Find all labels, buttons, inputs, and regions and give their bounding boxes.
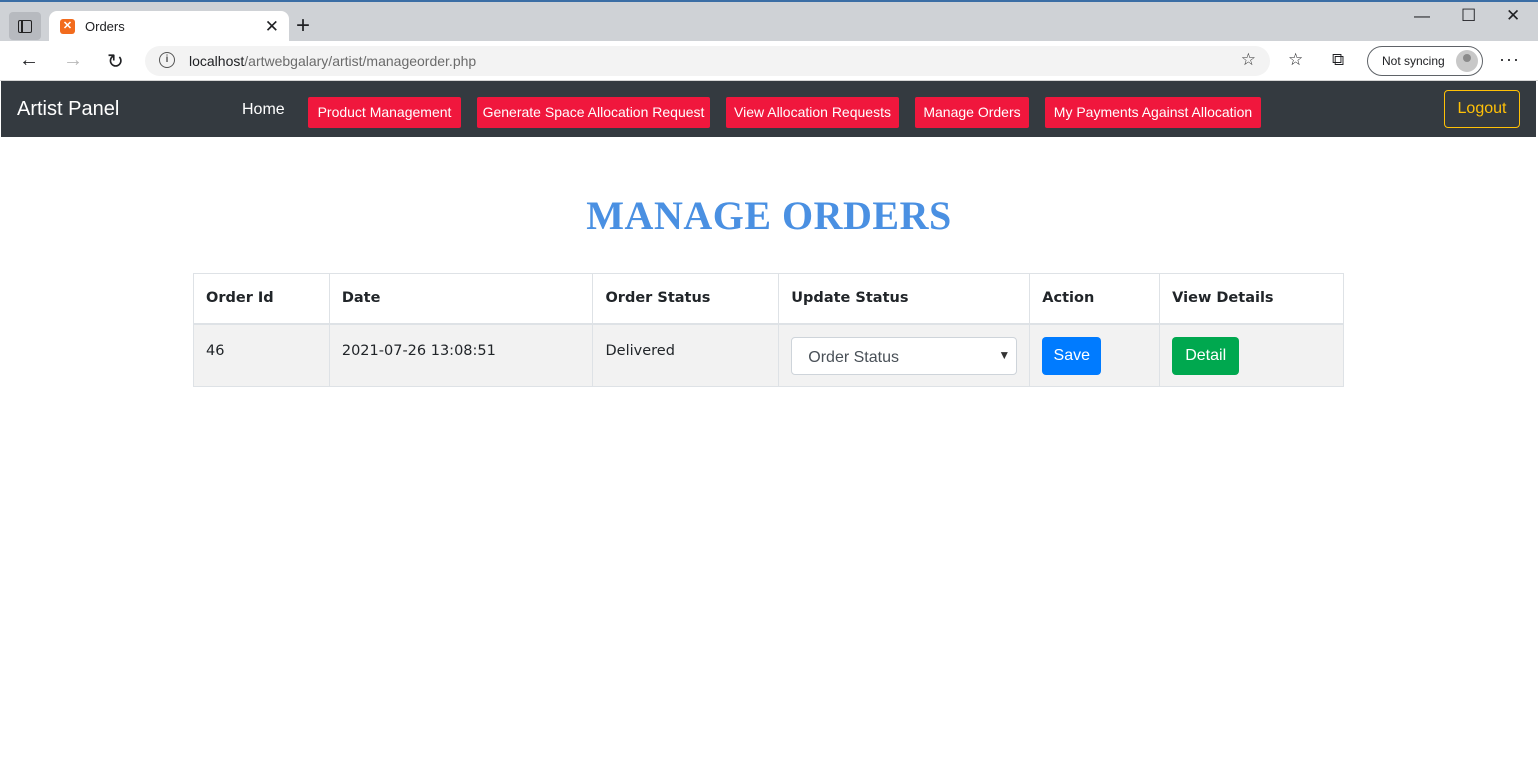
page-title: MANAGE ORDERS: [586, 193, 952, 238]
maximize-icon[interactable]: ☐: [1461, 6, 1476, 26]
add-favorite-icon[interactable]: ☆: [1241, 50, 1256, 70]
nav-view-allocation-requests-button[interactable]: View Allocation Requests: [726, 97, 899, 128]
cell-order-id: 46: [193, 323, 330, 387]
chevron-down-icon: ▼: [998, 347, 1011, 362]
cell-action: Save: [1029, 323, 1161, 387]
url-host: localhost: [189, 53, 245, 69]
table-header-row: Order Id Date Order Status Update Status…: [193, 273, 1344, 325]
close-tab-icon[interactable]: ✕: [265, 17, 279, 37]
profile-sync-button[interactable]: Not syncing: [1367, 46, 1483, 76]
site-info-icon[interactable]: i: [159, 52, 175, 68]
header-action: Action: [1029, 273, 1161, 325]
table-row: 46 2021-07-26 13:08:51 Delivered Order S…: [193, 323, 1344, 387]
browser-tabstrip: ✕ Orders ✕ + — ☐ ✕: [0, 0, 1538, 43]
url-path: /artwebgalary/artist/manageorder.php: [244, 53, 477, 69]
orders-table: Order Id Date Order Status Update Status…: [193, 273, 1344, 387]
minimize-icon[interactable]: —: [1414, 8, 1430, 26]
more-menu-icon[interactable]: ···: [1499, 49, 1520, 70]
save-button[interactable]: Save: [1042, 336, 1102, 375]
header-date: Date: [328, 273, 594, 325]
cell-update-status: Order Status ▼: [778, 323, 1031, 387]
cell-order-status: Delivered: [592, 323, 780, 387]
browser-tab[interactable]: ✕ Orders ✕: [49, 11, 289, 43]
url-text: localhost/artwebgalary/artist/manageorde…: [189, 53, 476, 69]
address-bar[interactable]: i localhost/artwebgalary/artist/manageor…: [145, 46, 1270, 76]
refresh-icon[interactable]: ↻: [107, 49, 124, 74]
header-update-status: Update Status: [778, 273, 1031, 325]
logout-button[interactable]: Logout: [1444, 90, 1520, 128]
collections-icon[interactable]: ⧉: [1332, 50, 1344, 70]
avatar: [1456, 50, 1478, 72]
nav-product-management-button[interactable]: Product Management: [308, 97, 461, 128]
nav-my-payments-button[interactable]: My Payments Against Allocation: [1045, 97, 1261, 128]
nav-manage-orders-button[interactable]: Manage Orders: [915, 97, 1029, 128]
xampp-favicon-icon: ✕: [60, 19, 75, 34]
close-window-icon[interactable]: ✕: [1506, 6, 1520, 26]
header-view-details: View Details: [1159, 273, 1344, 325]
header-order-id: Order Id: [193, 273, 330, 325]
forward-icon[interactable]: →: [63, 49, 83, 72]
tab-actions-icon[interactable]: [9, 12, 41, 40]
site-navbar: Artist Panel Home Product Management Gen…: [1, 81, 1536, 137]
select-value: Order Status: [808, 348, 899, 366]
header-order-status: Order Status: [592, 273, 780, 325]
sync-label: Not syncing: [1382, 54, 1445, 68]
brand[interactable]: Artist Panel: [17, 98, 119, 121]
nav-home-link[interactable]: Home: [242, 101, 285, 119]
cell-view-details: Detail: [1159, 323, 1344, 387]
order-status-select[interactable]: Order Status ▼: [791, 336, 1018, 375]
new-tab-icon[interactable]: +: [296, 14, 310, 38]
tab-title: Orders: [85, 19, 125, 34]
cell-date: 2021-07-26 13:08:51: [328, 323, 594, 387]
detail-button[interactable]: Detail: [1172, 336, 1240, 375]
back-icon[interactable]: ←: [19, 49, 39, 72]
favorites-icon[interactable]: ☆: [1288, 50, 1303, 70]
browser-toolbar: ← → ↻ i localhost/artwebgalary/artist/ma…: [0, 41, 1538, 81]
nav-generate-space-allocation-button[interactable]: Generate Space Allocation Request: [477, 97, 710, 128]
